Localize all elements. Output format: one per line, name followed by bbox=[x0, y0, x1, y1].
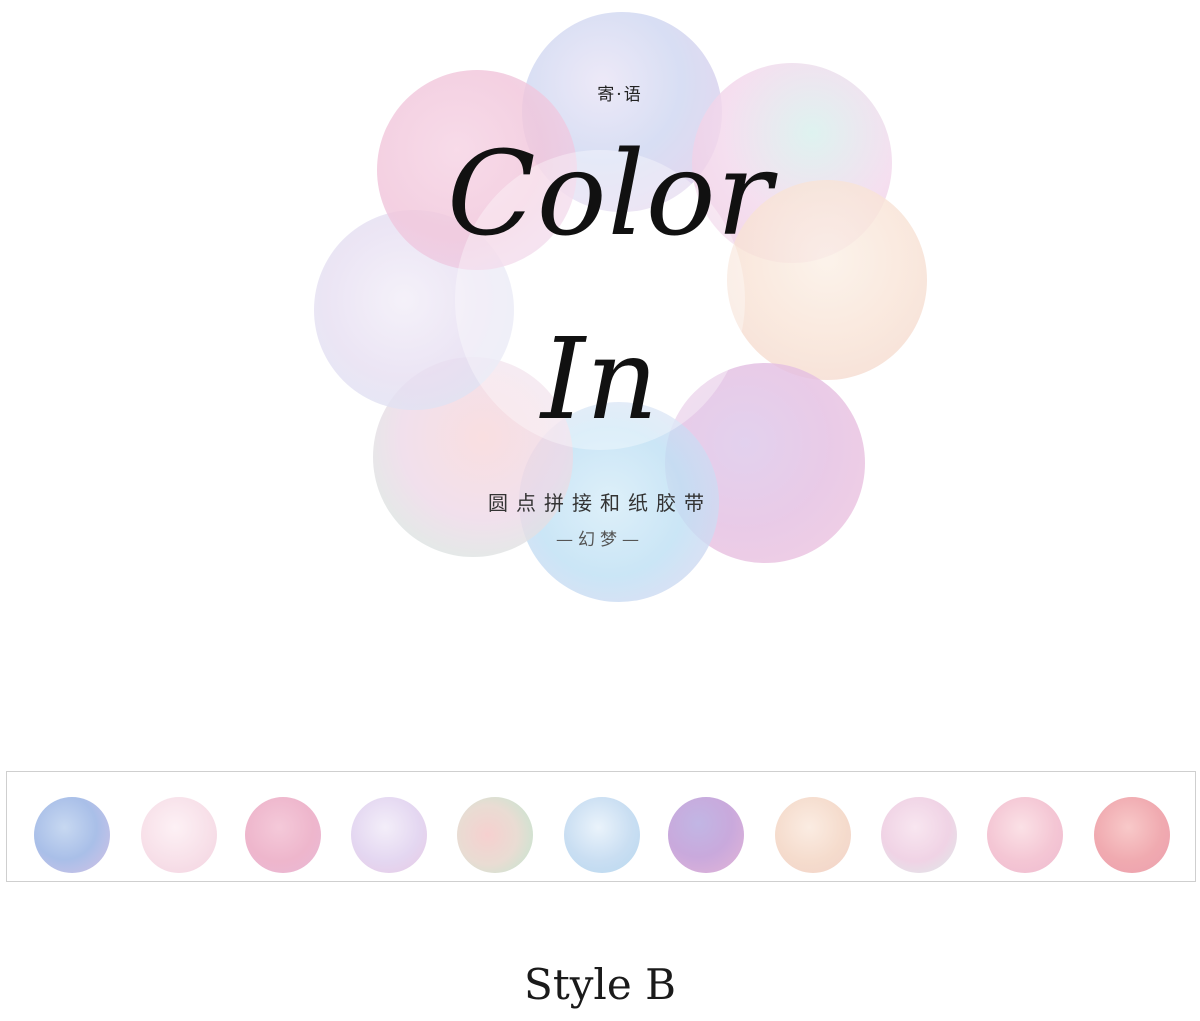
tape-dot bbox=[34, 797, 110, 873]
small-title: 寄·语 bbox=[597, 85, 643, 105]
tape-dot bbox=[141, 797, 217, 873]
tape-dot bbox=[881, 797, 957, 873]
tape-dot bbox=[457, 797, 533, 873]
tape-dot bbox=[1094, 797, 1170, 873]
product-subtitle: 圆点拼接和纸胶带 bbox=[488, 491, 712, 515]
tape-dot bbox=[351, 797, 427, 873]
tape-dot bbox=[775, 797, 851, 873]
tape-dot bbox=[564, 797, 640, 873]
tape-dot bbox=[245, 797, 321, 873]
product-emblem: 寄·语 Color In 圆点拼接和纸胶带 —幻梦— bbox=[0, 0, 1200, 640]
tape-strip-preview bbox=[6, 771, 1196, 882]
tape-dot bbox=[987, 797, 1063, 873]
style-label: Style B bbox=[524, 960, 676, 1009]
script-title-line-1: Color bbox=[447, 127, 773, 262]
script-title-line-2: In bbox=[540, 315, 660, 445]
variant-name: —幻梦— bbox=[556, 530, 644, 550]
tape-dot bbox=[668, 797, 744, 873]
